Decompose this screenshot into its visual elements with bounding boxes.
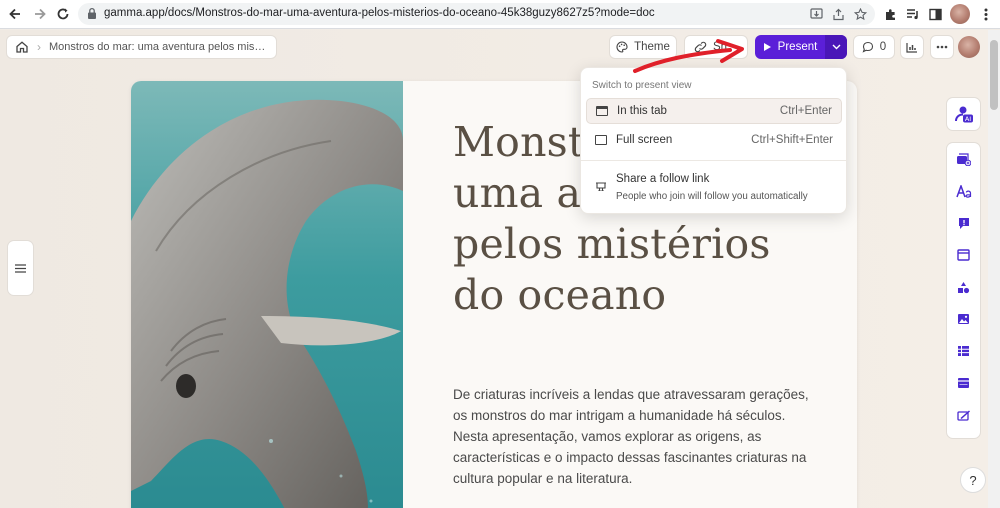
gamma-app: › Monstros do mar: uma aventura pelos mi… [0,30,988,508]
comments-button[interactable]: 0 [853,35,895,59]
follow-link-label: Share a follow link [616,173,710,185]
back-arrow-icon[interactable] [5,4,25,24]
table-of-contents-button[interactable] [7,240,34,296]
present-screen-icon [596,182,606,191]
gallery-icon[interactable] [947,341,980,361]
form-icon[interactable] [947,405,980,425]
side-panel-icon[interactable] [926,5,944,23]
more-horizontal-icon [936,45,948,49]
follow-link-description: People who join will follow you automati… [616,191,808,202]
annotation-arrow-icon [633,39,744,73]
image-icon[interactable] [947,309,980,329]
address-bar[interactable]: gamma.app/docs/Monstros-do-mar-uma-avent… [78,3,875,25]
bookmark-star-icon[interactable] [852,6,868,22]
menu-item-label: Full screen [616,134,673,146]
menu-item-label: In this tab [617,105,667,117]
menu-item-shortcut: Ctrl+Enter [779,105,832,117]
url-text: gamma.app/docs/Monstros-do-mar-uma-avent… [104,7,655,19]
media-queue-icon[interactable] [904,5,922,23]
chevron-right-icon: › [37,40,41,54]
comment-icon [862,41,873,53]
doc-title[interactable]: Monstros do mar: uma aventura pelos mis… [49,41,265,53]
palette-icon [616,41,628,53]
reload-icon[interactable] [53,4,73,24]
menu-heading: Switch to present view [592,80,692,91]
card-body[interactable]: De criaturas incríveis a lendas que atra… [453,384,813,489]
add-card-icon[interactable] [947,149,980,169]
breadcrumb[interactable]: › Monstros do mar: uma aventura pelos mi… [6,35,277,59]
browser-menu-icon[interactable] [977,5,995,23]
card-image[interactable] [131,81,403,508]
lock-icon [88,7,96,19]
ai-badge: AI [964,115,970,123]
more-options-button[interactable] [930,35,954,59]
menu-divider [581,160,846,161]
present-dropdown-chevron-icon[interactable] [825,35,847,59]
window-icon [596,106,608,116]
shapes-icon[interactable] [947,277,980,297]
present-main[interactable]: Present [755,35,825,59]
menu-lines-icon [15,263,26,273]
avatar[interactable] [958,36,980,58]
play-icon [763,43,771,51]
insert-tools-panel [946,142,981,439]
analytics-button[interactable] [900,35,924,59]
page-scrollbar[interactable] [988,30,1000,508]
forward-arrow-icon[interactable] [30,4,50,24]
callout-icon[interactable] [947,213,980,233]
monitor-icon [595,135,607,145]
menu-item-in-this-tab[interactable]: In this tab Ctrl+Enter [586,98,842,124]
present-menu: Switch to present view In this tab Ctrl+… [580,67,847,214]
embed-icon[interactable] [947,373,980,393]
bar-chart-icon [906,42,917,53]
layout-icon[interactable] [947,245,980,265]
browser-profile-avatar[interactable] [950,4,970,24]
install-app-icon[interactable] [808,6,824,22]
home-icon[interactable] [15,40,29,54]
share-page-icon[interactable] [830,6,846,22]
text-style-icon[interactable] [947,181,980,201]
help-label: ? [969,472,977,488]
ai-agent-icon: AI [954,106,973,123]
comments-count: 0 [879,41,887,53]
present-button[interactable]: Present [755,35,847,59]
present-label: Present [777,41,818,53]
menu-item-full-screen[interactable]: Full screen Ctrl+Shift+Enter [586,127,842,153]
ai-assistant-button[interactable]: AI [946,97,981,131]
menu-item-shortcut: Ctrl+Shift+Enter [751,134,833,146]
extensions-puzzle-icon[interactable] [881,5,899,23]
browser-toolbar: gamma.app/docs/Monstros-do-mar-uma-avent… [0,0,1000,29]
help-button[interactable]: ? [960,467,986,493]
